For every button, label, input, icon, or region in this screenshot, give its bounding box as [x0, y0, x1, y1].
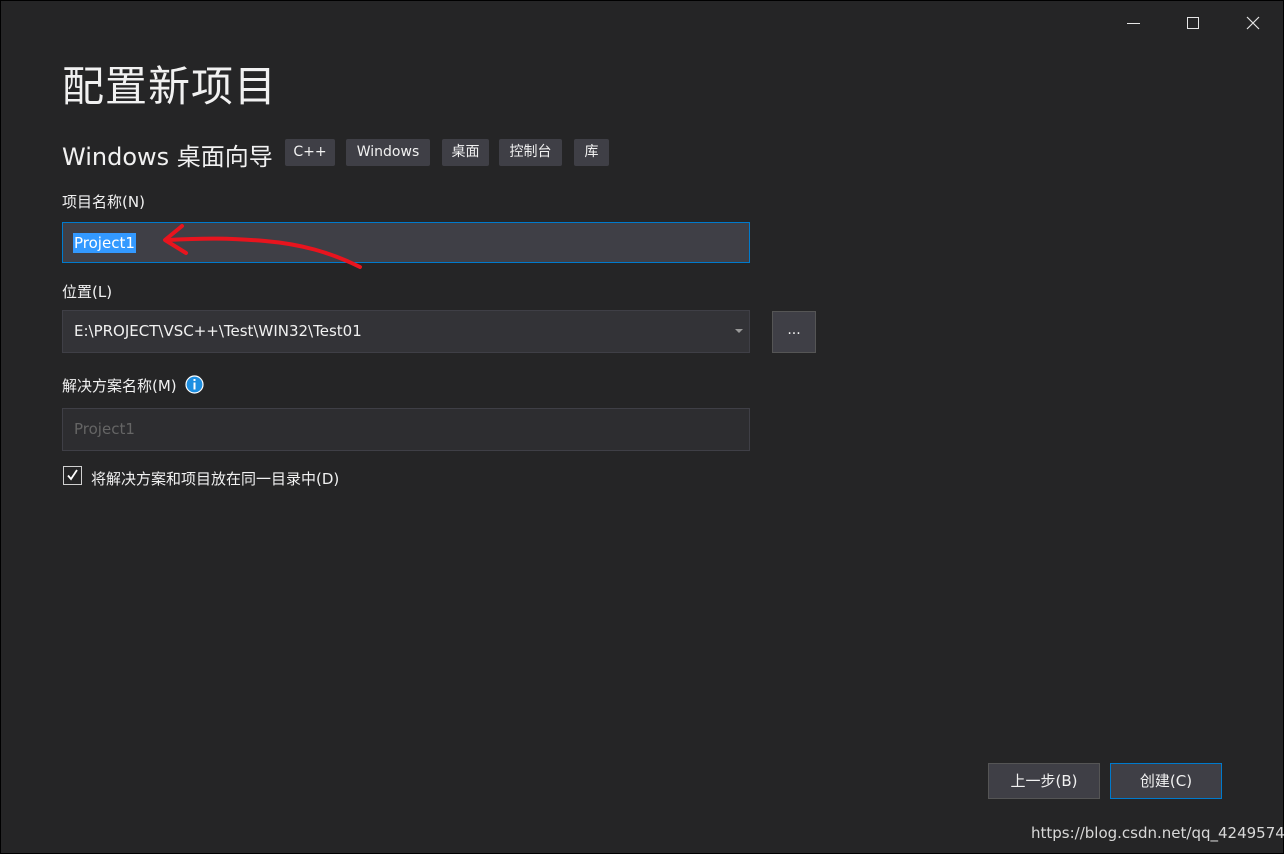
tag-library: 库	[574, 139, 609, 166]
back-button[interactable]: 上一步(B)	[988, 763, 1100, 799]
watermark-url: https://blog.csdn.net/qq_42495740	[1031, 824, 1284, 842]
location-label: 位置(L)	[62, 283, 113, 301]
dialog-window: 配置新项目 Windows 桌面向导 C++ Windows 桌面 控制台 库 …	[1, 1, 1284, 853]
project-name-input[interactable]: Project1	[62, 222, 750, 263]
tag-cpp: C++	[285, 139, 335, 166]
same-directory-label[interactable]: 将解决方案和项目放在同一目录中(D)	[91, 468, 339, 489]
maximize-icon	[1187, 17, 1199, 29]
template-name: Windows 桌面向导	[62, 143, 273, 171]
close-button[interactable]	[1230, 7, 1276, 39]
info-icon[interactable]	[185, 375, 204, 394]
checkmark-icon	[67, 469, 78, 481]
browse-button[interactable]: ...	[772, 311, 816, 353]
tag-console: 控制台	[499, 139, 562, 166]
page-title: 配置新项目	[62, 62, 278, 111]
solution-name-value: Project1	[74, 420, 135, 438]
location-combobox[interactable]: E:\PROJECT\VSC++\Test\WIN32\Test01	[62, 310, 750, 353]
dropdown-arrow-icon[interactable]	[735, 329, 743, 333]
maximize-button[interactable]	[1170, 7, 1216, 39]
minimize-icon	[1126, 22, 1140, 24]
close-icon	[1246, 16, 1260, 30]
project-name-value: Project1	[73, 233, 136, 253]
solution-name-label: 解决方案名称(M)	[62, 377, 177, 395]
tag-windows: Windows	[346, 139, 430, 166]
tag-desktop: 桌面	[442, 139, 489, 166]
location-value: E:\PROJECT\VSC++\Test\WIN32\Test01	[74, 322, 362, 340]
project-name-label: 项目名称(N)	[62, 193, 145, 211]
solution-name-input[interactable]: Project1	[62, 408, 750, 451]
same-directory-checkbox[interactable]	[63, 466, 82, 485]
minimize-button[interactable]	[1110, 7, 1156, 39]
create-button[interactable]: 创建(C)	[1110, 763, 1222, 799]
